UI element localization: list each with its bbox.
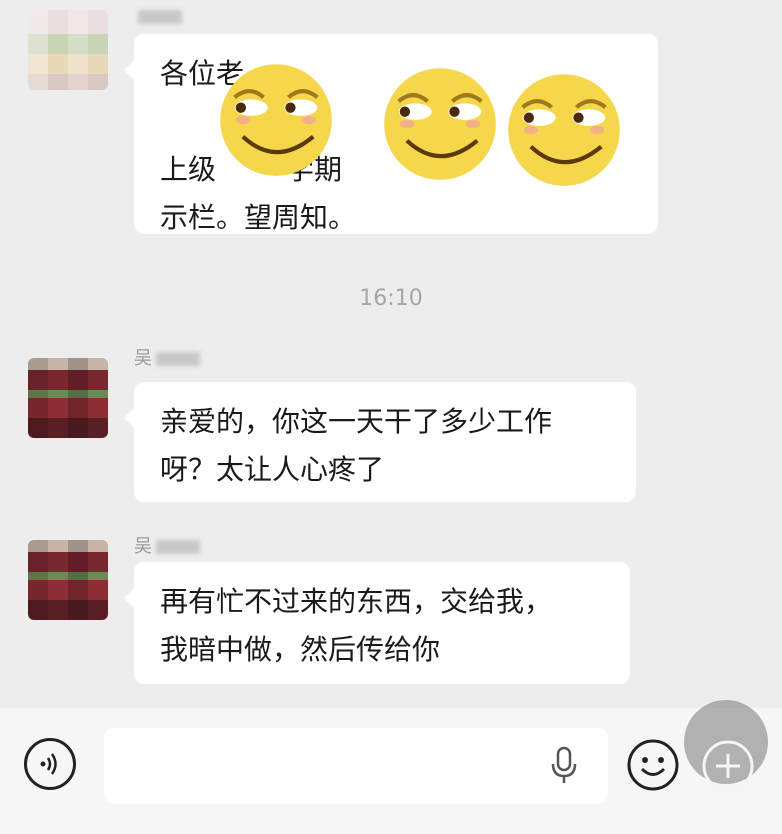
sender-name: 吴 (134, 344, 200, 370)
timestamp: 16:10 (359, 286, 423, 311)
smirk-face-icon (384, 68, 496, 180)
avatar[interactable] (28, 540, 108, 620)
smirk-face-icon (220, 64, 332, 176)
plus-circle-icon[interactable] (700, 738, 756, 794)
message-bubble[interactable]: 再有忙不过来的东西，交给我， 我暗中做，然后传给你 (124, 562, 630, 684)
sender-name (134, 6, 182, 27)
avatar[interactable] (28, 358, 108, 438)
message-line: 再有忙不过来的东西，交给我， (160, 585, 553, 618)
message-line: 呀？太让人心疼了 (160, 453, 385, 486)
blurred-name (156, 540, 200, 554)
message-line: 亲爱的，你这一天干了多少工作 (160, 405, 553, 438)
blurred-name (138, 10, 182, 24)
smirk-face-icon (508, 74, 620, 186)
voice-input-button[interactable] (24, 738, 76, 790)
message-line: 示栏。望周知。 (160, 201, 357, 234)
message-line: 我暗中做，然后传给你 (160, 633, 441, 666)
message-bubble[interactable]: 亲爱的，你这一天干了多少工作 呀？太让人心疼了 (124, 382, 636, 502)
microphone-icon[interactable] (548, 746, 580, 786)
smiley-face-icon[interactable] (626, 738, 680, 792)
message-input[interactable] (104, 728, 608, 804)
sender-name: 吴 (134, 532, 200, 558)
avatar[interactable] (28, 10, 108, 90)
voice-wave-icon (40, 753, 57, 775)
blurred-name (156, 352, 200, 366)
